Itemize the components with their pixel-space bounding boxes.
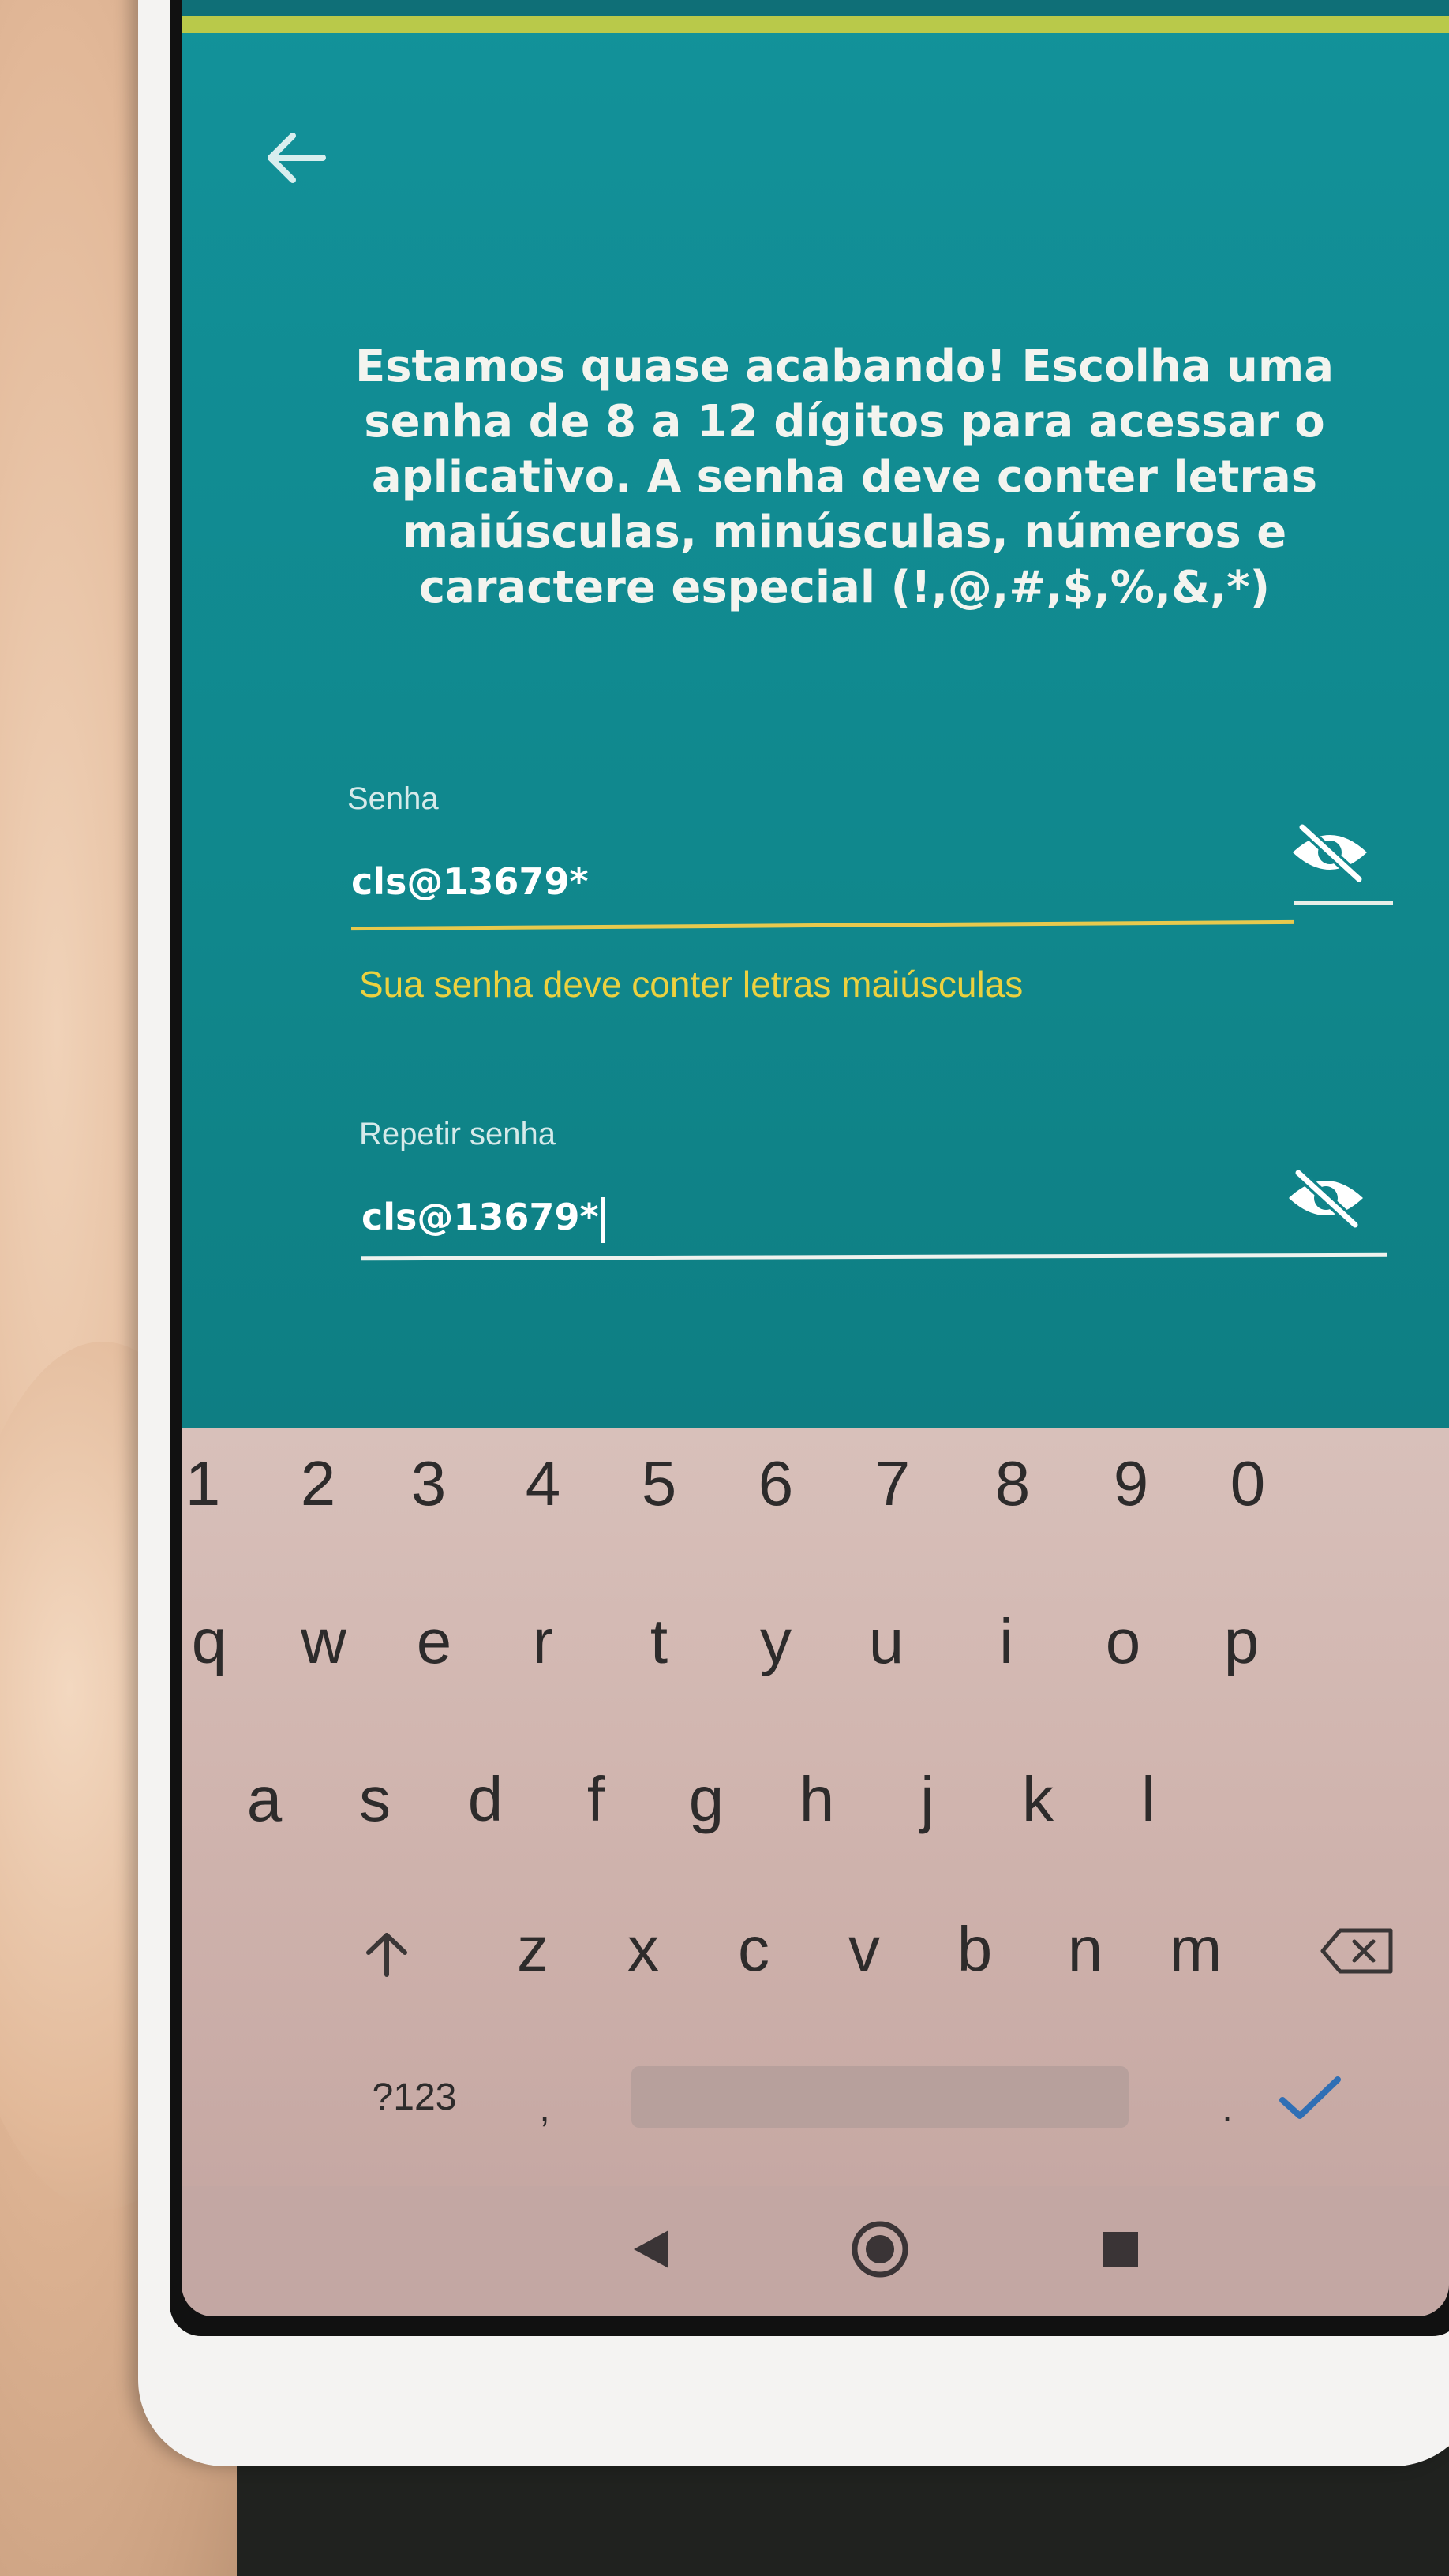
key-s[interactable]: s xyxy=(328,1744,422,1855)
arrow-left-icon[interactable] xyxy=(256,118,335,197)
key-u[interactable]: u xyxy=(839,1586,934,1697)
password-underline-end xyxy=(1294,901,1393,905)
eye-off-icon[interactable] xyxy=(1286,821,1373,884)
key-5[interactable]: 5 xyxy=(612,1428,706,1539)
key-d[interactable]: d xyxy=(438,1744,533,1855)
key-j[interactable]: j xyxy=(880,1744,975,1855)
key-0[interactable]: 0 xyxy=(1200,1428,1295,1539)
square-recents-icon[interactable] xyxy=(1089,2218,1152,2281)
key-9[interactable]: 9 xyxy=(1084,1428,1178,1539)
key-l[interactable]: l xyxy=(1101,1744,1196,1855)
key-a[interactable]: a xyxy=(217,1744,312,1855)
key-g[interactable]: g xyxy=(659,1744,754,1855)
key-1[interactable]: 1 xyxy=(182,1428,250,1539)
confirm-password-value: cls@13679* xyxy=(361,1196,599,1238)
key-c[interactable]: c xyxy=(706,1894,801,2005)
key-8[interactable]: 8 xyxy=(965,1428,1060,1539)
password-error-message: Sua senha deve conter letras maiúsculas xyxy=(359,964,1024,1005)
app-screen: Estamos quase acabando! Escolha uma senh… xyxy=(182,0,1449,1428)
key-t[interactable]: t xyxy=(612,1586,706,1697)
key-m[interactable]: m xyxy=(1148,1894,1243,2005)
password-label: Senha xyxy=(347,781,439,816)
key-o[interactable]: o xyxy=(1076,1586,1170,1697)
password-underline xyxy=(350,919,1295,931)
key-f[interactable]: f xyxy=(549,1744,643,1855)
key-e[interactable]: e xyxy=(387,1586,481,1697)
key-4[interactable]: 4 xyxy=(496,1428,590,1539)
key-k[interactable]: k xyxy=(990,1744,1085,1855)
key-w[interactable]: w xyxy=(276,1586,371,1697)
home-circle-icon[interactable] xyxy=(848,2218,912,2281)
keyboard-row-1: q w e r t y u i o p xyxy=(182,1586,1449,1697)
password-input[interactable]: cls@13679* xyxy=(351,860,589,903)
symbols-key[interactable]: ?123 xyxy=(351,2042,477,2153)
accent-bar xyxy=(182,16,1449,33)
photo-scene: Estamos quase acabando! Escolha uma senh… xyxy=(0,0,1449,2576)
key-z[interactable]: z xyxy=(485,1894,580,2005)
key-7[interactable]: 7 xyxy=(845,1428,940,1539)
confirm-password-input[interactable]: cls@13679* xyxy=(361,1196,605,1243)
navigation-bar xyxy=(182,2186,1449,2316)
confirm-password-underline xyxy=(361,1252,1388,1261)
key-y[interactable]: y xyxy=(728,1586,823,1697)
eye-off-icon[interactable] xyxy=(1282,1166,1369,1230)
confirm-password-label: Repetir senha xyxy=(359,1117,556,1151)
key-n[interactable]: n xyxy=(1038,1894,1133,2005)
key-b[interactable]: b xyxy=(927,1894,1022,2005)
backspace-icon[interactable] xyxy=(1318,1926,1397,1976)
shift-arrow-icon[interactable] xyxy=(359,1926,414,1981)
checkmark-icon[interactable] xyxy=(1275,2070,1346,2125)
keyboard-number-row: 1 2 3 4 5 6 7 8 9 0 xyxy=(182,1428,1449,1539)
key-v[interactable]: v xyxy=(817,1894,912,2005)
key-r[interactable]: r xyxy=(496,1586,590,1697)
instructions-text: Estamos quase acabando! Escolha uma senh… xyxy=(354,341,1335,613)
key-x[interactable]: x xyxy=(596,1894,691,2005)
key-3[interactable]: 3 xyxy=(381,1428,476,1539)
status-strip xyxy=(182,0,1449,16)
key-h[interactable]: h xyxy=(769,1744,864,1855)
keyboard-row-3: z x c v b n m xyxy=(182,1894,1449,2005)
spacebar[interactable] xyxy=(631,2066,1129,2128)
key-p[interactable]: p xyxy=(1194,1586,1289,1697)
text-cursor xyxy=(600,1196,605,1243)
comma-key[interactable]: , xyxy=(481,2054,608,2165)
soft-keyboard: 1 2 3 4 5 6 7 8 9 0 q w e r t y u i o p … xyxy=(182,1428,1449,2186)
triangle-back-icon[interactable] xyxy=(620,2218,683,2281)
key-i[interactable]: i xyxy=(959,1586,1054,1697)
phone-screen: Estamos quase acabando! Escolha uma senh… xyxy=(182,0,1449,2316)
keyboard-row-2: a s d f g h j k l xyxy=(182,1744,1449,1855)
key-q[interactable]: q xyxy=(182,1586,256,1697)
period-key[interactable]: . xyxy=(1164,2054,1290,2165)
key-6[interactable]: 6 xyxy=(728,1428,823,1539)
key-2[interactable]: 2 xyxy=(271,1428,365,1539)
